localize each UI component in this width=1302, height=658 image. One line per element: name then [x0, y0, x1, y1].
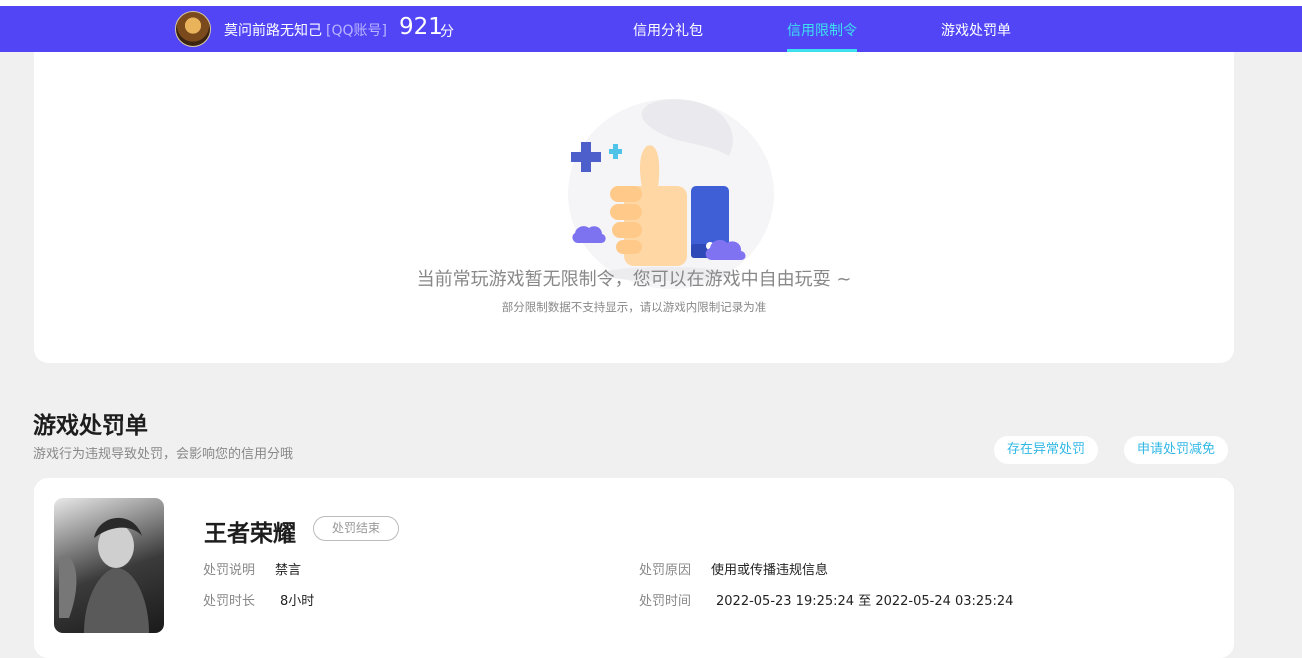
restriction-card: 当前常玩游戏暂无限制令，您可以在游戏中自由玩耍 ~ 部分限制数据不支持显示，请以…: [34, 52, 1234, 363]
penalty-desc-label: 处罚说明: [203, 563, 256, 578]
apply-penalty-reduction-button[interactable]: 申请处罚减免: [1124, 436, 1229, 464]
penalty-desc-value: 禁言: [275, 563, 302, 578]
account-type-label: [QQ账号]: [326, 23, 387, 39]
credit-score: 921: [399, 14, 443, 40]
game-character-icon: [59, 517, 149, 633]
empty-restriction-message: 当前常玩游戏暂无限制令，您可以在游戏中自由玩耍 ~: [416, 269, 852, 290]
penalty-duration-value: 8小时: [280, 594, 315, 609]
penalty-duration-label: 处罚时长: [203, 594, 256, 609]
penalty-reason-value: 使用或传播违规信息: [711, 563, 829, 578]
report-abnormal-penalty-button[interactable]: 存在异常处罚: [994, 436, 1099, 464]
tab-credit-gift[interactable]: 信用分礼包: [633, 20, 703, 40]
penalty-reason-label: 处罚原因: [639, 563, 692, 578]
game-cover-image: [54, 498, 164, 633]
tab-credit-restriction[interactable]: 信用限制令: [787, 20, 857, 40]
username: 莫问前路无知己: [224, 23, 322, 39]
penalty-time-label: 处罚时间: [639, 594, 692, 609]
avatar[interactable]: [175, 11, 211, 47]
tab-game-penalty[interactable]: 游戏处罚单: [941, 20, 1011, 40]
credit-score-unit: 分: [440, 24, 454, 40]
game-name: 王者荣耀: [204, 521, 296, 547]
penalty-section-title: 游戏处罚单: [33, 413, 148, 439]
top-navbar: 莫问前路无知己 [QQ账号] 921 分 信用分礼包 信用限制令 游戏处罚单: [0, 6, 1302, 52]
penalty-record-card: 王者荣耀 处罚结束 处罚说明 禁言 处罚时长 8小时 处罚原因 使用或传播违规信…: [34, 478, 1234, 658]
status-badge: 处罚结束: [313, 516, 399, 541]
empty-restriction-note: 部分限制数据不支持显示，请以游戏内限制记录为准: [501, 300, 767, 314]
penalty-time-value: 2022-05-23 19:25:24 至 2022-05-24 03:25:2…: [716, 594, 1014, 609]
penalty-section-subtitle: 游戏行为违规导致处罚，会影响您的信用分哦: [33, 447, 294, 462]
